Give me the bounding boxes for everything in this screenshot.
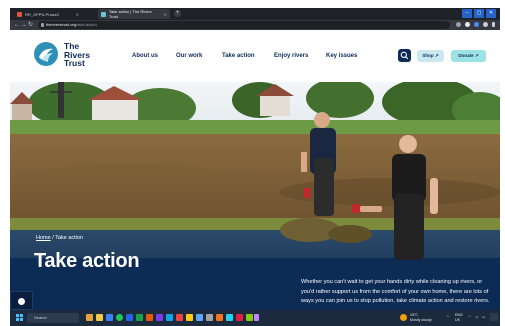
extension-icon[interactable] (474, 22, 479, 27)
shop-button[interactable]: Shop ↗ (417, 50, 444, 62)
taskbar-app-icon[interactable] (186, 314, 193, 321)
nav-about-us[interactable]: About us (132, 53, 158, 59)
windows-taskbar: Search 15°C Mostly cloudy ^ ENG UK ◠ ◁ ▭ (10, 310, 500, 326)
back-icon[interactable]: ← (14, 21, 20, 29)
taskbar-app-icon[interactable] (246, 314, 253, 321)
weather-icon[interactable] (400, 314, 407, 321)
outlook-icon[interactable] (166, 314, 173, 321)
hero-intro-text: Whether you can't wait to get your hands… (301, 279, 490, 304)
taskbar-app-icon[interactable] (106, 314, 113, 321)
search-button[interactable] (398, 49, 411, 62)
excel-icon[interactable] (136, 314, 143, 321)
taskbar-app-icon[interactable] (254, 314, 259, 321)
nav-enjoy-rivers[interactable]: Enjoy rivers (274, 53, 308, 59)
taskbar-app-icon[interactable] (86, 314, 93, 321)
clock[interactable] (490, 313, 498, 321)
address-bar[interactable]: theriverstrust.org/take-action (38, 21, 450, 29)
nav-our-work[interactable]: Our work (176, 53, 202, 59)
breadcrumb: Home / Take action (36, 235, 83, 241)
tray-chevron-icon[interactable]: ^ (447, 315, 449, 320)
share-icon[interactable] (456, 22, 461, 27)
language-indicator[interactable]: ENG UK (455, 313, 463, 322)
taskbar-search[interactable]: Search (27, 313, 79, 323)
maximize-button[interactable]: ▢ (474, 9, 484, 18)
url-domain: theriverstrust.org (46, 22, 77, 27)
taskbar-app-icon[interactable] (196, 314, 203, 321)
lock-icon (41, 23, 44, 27)
window-controls: – ▢ ✕ (462, 9, 496, 18)
search-icon (400, 51, 409, 60)
powerpoint-icon[interactable] (146, 314, 153, 321)
new-tab-button[interactable]: + (174, 10, 181, 17)
taskbar-app-icon[interactable] (206, 314, 213, 321)
word-icon[interactable] (126, 314, 133, 321)
site-logo-text[interactable]: The Rivers Trust (64, 42, 90, 68)
menu-kebab-icon[interactable] (492, 22, 495, 27)
language-code: ENG (455, 313, 463, 317)
tab-favicon-icon (17, 11, 22, 17)
wifi-icon[interactable]: ◠ (468, 315, 471, 320)
donate-label: Donate (458, 53, 474, 58)
tab-favicon-icon (101, 11, 106, 17)
weather-desc: Mostly cloudy (410, 317, 432, 322)
language-region: UK (455, 317, 460, 322)
cookie-settings-button[interactable] (10, 291, 33, 310)
file-explorer-icon[interactable] (96, 314, 103, 321)
close-tab-icon[interactable]: ✕ (164, 12, 167, 17)
battery-icon[interactable]: ▭ (482, 315, 485, 320)
taskbar-search-label: Search (34, 315, 47, 320)
nav-take-action[interactable]: Take action (222, 53, 255, 59)
hero-section: Home / Take action Take action Whether y… (10, 82, 500, 310)
browser-toolbar: ← → ↻ theriverstrust.org/take-action (10, 20, 500, 30)
screen: RR_OPPN-Phase2 ✕ Take action | The River… (0, 0, 505, 326)
taskbar-app-icon[interactable] (216, 314, 223, 321)
weather-widget[interactable]: 15°C Mostly cloudy (410, 313, 432, 322)
external-link-icon: ↗ (474, 53, 479, 58)
breadcrumb-separator: / (52, 235, 54, 241)
minimize-button[interactable]: – (462, 9, 472, 18)
teams-icon[interactable] (156, 314, 163, 321)
external-link-icon: ↗ (434, 53, 439, 58)
logo-line: Trust (64, 58, 85, 68)
settings-icon (18, 298, 25, 305)
page-title: Take action (34, 250, 140, 272)
donate-button[interactable]: Donate ↗ (451, 50, 486, 62)
taskbar-app-icon[interactable] (226, 314, 233, 321)
volume-icon[interactable]: ◁ (475, 315, 478, 320)
browser-tab-strip: RR_OPPN-Phase2 ✕ Take action | The River… (10, 8, 500, 20)
hero-photo-river-cleanup (10, 82, 500, 310)
breadcrumb-home-link[interactable]: Home (36, 235, 51, 241)
close-window-button[interactable]: ✕ (486, 9, 496, 18)
browser-tab-active[interactable]: Take action | The Rivers Trust ✕ (98, 9, 170, 19)
taskbar-app-icon[interactable] (176, 314, 183, 321)
forward-icon[interactable]: → (21, 21, 27, 29)
reload-icon[interactable]: ↻ (28, 21, 33, 29)
tab-title: Take action | The Rivers Trust (108, 9, 152, 19)
url-path: /take-action (76, 22, 97, 27)
bookmark-star-icon[interactable] (465, 22, 470, 27)
profile-avatar[interactable] (483, 22, 488, 27)
browser-tab[interactable]: RR_OPPN-Phase2 ✕ (14, 9, 82, 19)
windows-start-icon[interactable] (16, 314, 23, 321)
nav-key-issues[interactable]: Key issues (326, 53, 357, 59)
rivers-trust-logo-icon[interactable] (34, 42, 58, 66)
shop-label: Shop (422, 53, 434, 58)
close-tab-icon[interactable]: ✕ (76, 12, 79, 17)
site-header: The Rivers Trust About us Our work Take … (10, 30, 500, 82)
chrome-icon[interactable] (116, 314, 123, 321)
breadcrumb-current: Take action (55, 235, 83, 241)
taskbar-app-icon[interactable] (236, 314, 243, 321)
tab-title: RR_OPPN-Phase2 (25, 11, 60, 17)
